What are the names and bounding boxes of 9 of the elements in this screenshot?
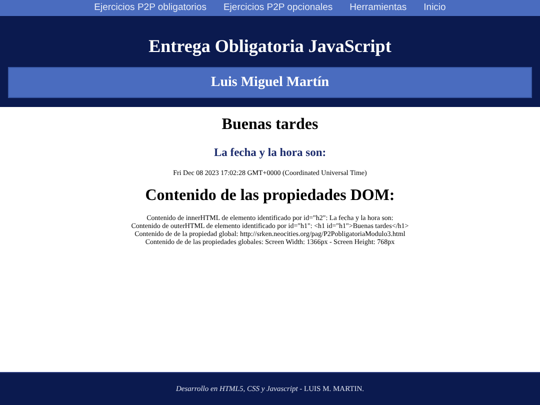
nav-link[interactable]: Inicio: [424, 3, 446, 13]
nav-link[interactable]: Ejercicios P2P obligatorios: [94, 3, 206, 13]
greeting-heading: Buenas tardes: [222, 116, 318, 134]
page-title: Entrega Obligatoria JavaScript: [148, 36, 392, 56]
nav-link[interactable]: Ejercicios P2P opcionales: [223, 3, 333, 13]
dom-heading: Contenido de las propiedades DOM:: [145, 187, 395, 205]
author-name: Luis Miguel Martín: [210, 74, 330, 92]
date-heading: La fecha y la hora son:: [214, 147, 326, 160]
nav-link[interactable]: Herramientas: [350, 3, 407, 13]
